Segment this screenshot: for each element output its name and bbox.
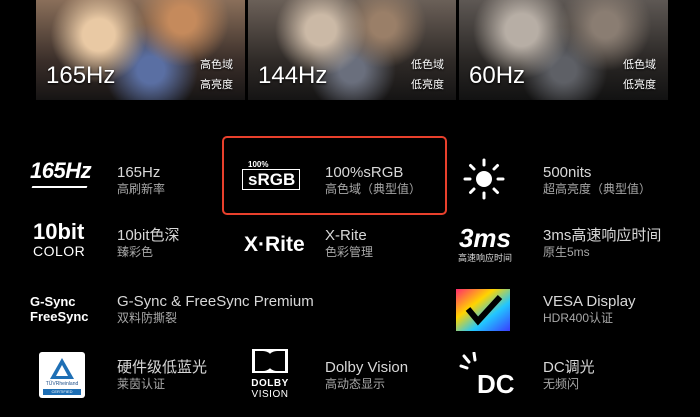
feature-title: 100%sRGB <box>325 164 404 181</box>
feature-title: G-Sync & FreeSync Premium <box>117 293 314 310</box>
logo-underline <box>31 186 88 188</box>
feature-subtitle: 色彩管理 <box>325 245 374 259</box>
feature-title: X-Rite <box>325 227 367 244</box>
feature-title: DC调光 <box>543 359 595 376</box>
feature-dc-dimming: DC调光 无频闪 <box>543 359 595 392</box>
feature-title: 500nits <box>543 164 592 181</box>
feature-title: 3ms高速响应时间 <box>543 227 662 244</box>
panel-60hz: 60Hz 低色域 低亮度 <box>459 0 668 100</box>
panel-tags: 低色域 低亮度 <box>411 59 444 91</box>
panel-144hz: 144Hz 低色域 低亮度 <box>248 0 456 100</box>
dolby-icon <box>252 349 288 373</box>
feature-10bit: 10bit色深 臻彩色 <box>117 227 180 260</box>
logo-3ms: 3ms 高速响应时间 <box>457 223 512 263</box>
panel-tags: 低色域 低亮度 <box>623 59 656 91</box>
logo-xrite: X·Rite <box>244 233 305 256</box>
logo-165hz: 165Hz <box>30 158 92 188</box>
feature-title: VESA Display <box>543 293 636 310</box>
vesa-hdr-icon <box>456 289 510 336</box>
feature-subtitle: 莱茵认证 <box>117 377 166 391</box>
feature-subtitle: 高色域（典型值） <box>325 182 422 196</box>
feature-title: 165Hz <box>117 164 161 181</box>
feature-vesa: VESA Display HDR400认证 <box>543 293 636 326</box>
feature-nits: 500nits 超高亮度（典型值） <box>543 164 651 197</box>
feature-gsync: G-Sync & FreeSync Premium 双料防撕裂 <box>117 293 314 326</box>
panel-165hz: 165Hz 高色域 高亮度 <box>36 0 245 100</box>
panel-hz-label: 165Hz <box>46 62 116 89</box>
feature-title: 10bit色深 <box>117 227 180 244</box>
feature-title: Dolby Vision <box>325 359 409 376</box>
feature-3ms: 3ms高速响应时间 原生5ms <box>543 227 661 260</box>
dc-dimming-icon: DC <box>457 352 515 398</box>
dolby-vision-logo: DOLBY VISION <box>246 349 294 400</box>
feature-subtitle: HDR400认证 <box>543 311 614 325</box>
feature-subtitle: 双料防撕裂 <box>117 311 178 325</box>
panel-hz-label: 60Hz <box>469 62 526 89</box>
feature-subtitle: 无频闪 <box>543 377 580 391</box>
tuv-logo: TÜVRheinland CERTIFIED <box>39 352 85 398</box>
feature-subtitle: 超高亮度（典型值） <box>543 182 652 196</box>
refresh-rate-comparison: 165Hz 高色域 高亮度 144Hz 低色域 低亮度 60Hz 低色域 低亮度 <box>36 0 668 100</box>
panel-hz-label: 144Hz <box>258 62 328 89</box>
sun-icon <box>462 157 506 206</box>
feature-subtitle: 高刷新率 <box>117 182 166 196</box>
feature-subtitle: 原生5ms <box>543 245 590 259</box>
feature-title: 硬件级低蓝光 <box>117 359 208 376</box>
feature-low-blue-light: 硬件级低蓝光 莱茵认证 <box>117 359 207 392</box>
feature-165hz: 165Hz 高刷新率 <box>117 164 165 197</box>
feature-subtitle: 高动态显示 <box>325 377 386 391</box>
logo-10bit: 10bit COLOR <box>33 219 86 260</box>
feature-subtitle: 臻彩色 <box>117 245 154 259</box>
logo-srgb: 100% sRGB <box>242 160 300 190</box>
feature-xrite: X-Rite 色彩管理 <box>325 227 373 260</box>
feature-dolby-vision: Dolby Vision 高动态显示 <box>325 359 408 392</box>
panel-tags: 高色域 高亮度 <box>200 59 233 91</box>
logo-gsync-freesync: G-Sync FreeSync <box>30 294 89 324</box>
feature-srgb: 100%sRGB 高色域（典型值） <box>325 164 421 197</box>
